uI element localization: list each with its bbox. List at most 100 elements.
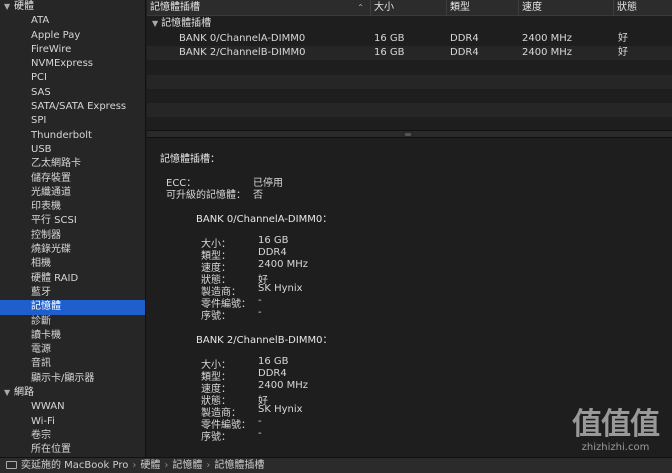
- table-cell: 好: [618, 33, 628, 44]
- table-cell: 2400 MHz: [522, 33, 573, 44]
- breadcrumb-item[interactable]: 奕延施的 MacBook Pro: [21, 460, 128, 471]
- watermark: 值值值 zhizhizhi.com: [563, 408, 668, 454]
- disclosure-triangle-icon[interactable]: ▼: [4, 0, 14, 14]
- sidebar-item[interactable]: Apple Pay: [0, 29, 145, 43]
- detail-field-value: -: [258, 295, 262, 306]
- sidebar-item[interactable]: SPI: [0, 114, 145, 128]
- detail-field-value: 2400 MHz: [258, 259, 309, 270]
- detail-field-value: -: [258, 428, 262, 439]
- table-cell: BANK 0/ChannelA-DIMM0: [179, 33, 306, 44]
- column-header-speed-label: 速度: [522, 2, 542, 13]
- empty-row-stripes: [147, 61, 672, 130]
- table-cell: 16 GB: [374, 47, 405, 58]
- table-group-row[interactable]: ▼ 記憶體插槽: [147, 17, 672, 31]
- detail-field-value: -: [258, 416, 262, 427]
- detail-field-value: SK Hynix: [258, 283, 303, 294]
- sidebar-item[interactable]: 藍牙: [0, 286, 145, 300]
- watermark-logo: 值值值: [572, 407, 660, 442]
- memory-slots-table: 記憶體插槽 ⌃ 大小 類型 速度 狀態 ▼ 記憶體插槽 BANK 0/Channe…: [147, 0, 672, 130]
- detail-field-value: 16 GB: [258, 356, 289, 367]
- sidebar-item[interactable]: 顯示卡/顯示器: [0, 372, 145, 386]
- table-row[interactable]: BANK 0/ChannelA-DIMM0 16 GB DDR4 2400 MHz 好: [147, 32, 672, 46]
- detail-title: 記憶體插槽：: [160, 154, 220, 165]
- sidebar-item[interactable]: Thunderbolt: [0, 129, 145, 143]
- detail-field-value: DDR4: [258, 368, 287, 379]
- detail-field-value: -: [258, 307, 262, 318]
- sidebar-group-0[interactable]: ▼ 硬體: [0, 0, 145, 14]
- breadcrumb-separator: ›: [206, 460, 211, 471]
- column-header-status[interactable]: 狀態: [614, 0, 672, 16]
- sidebar-item[interactable]: 光纖通道: [0, 186, 145, 200]
- bank-heading: BANK 0/ChannelA-DIMM0：: [196, 214, 333, 225]
- sidebar-item[interactable]: 診斷: [0, 315, 145, 329]
- column-header-size[interactable]: 大小: [371, 0, 447, 16]
- sidebar-item[interactable]: FireWire: [0, 43, 145, 57]
- sidebar-item[interactable]: 相機: [0, 257, 145, 271]
- sidebar-item[interactable]: 燒錄光碟: [0, 243, 145, 257]
- detail-field-label: 序號：: [201, 311, 231, 322]
- column-header-speed[interactable]: 速度: [519, 0, 614, 16]
- detail-field-value: DDR4: [258, 247, 287, 258]
- column-header-type[interactable]: 類型: [447, 0, 519, 16]
- sidebar-item[interactable]: WWAN: [0, 400, 145, 414]
- sidebar-item[interactable]: 控制器: [0, 229, 145, 243]
- breadcrumb-item[interactable]: 記憶體: [172, 460, 202, 471]
- column-header-type-label: 類型: [450, 2, 470, 13]
- table-cell: 2400 MHz: [522, 47, 573, 58]
- sidebar-item[interactable]: 電源: [0, 343, 145, 357]
- detail-field-label: 序號：: [201, 432, 231, 443]
- divider-grip-icon[interactable]: [405, 133, 411, 136]
- sidebar-item[interactable]: 平行 SCSI: [0, 214, 145, 228]
- sidebar-item[interactable]: 所在位置: [0, 443, 145, 457]
- sidebar-item[interactable]: NVMExpress: [0, 57, 145, 71]
- detail-field-value: 否: [253, 190, 263, 201]
- column-header-status-label: 狀態: [617, 2, 637, 13]
- detail-field-value: 16 GB: [258, 235, 289, 246]
- sidebar-item[interactable]: 卷宗: [0, 429, 145, 443]
- sidebar-item[interactable]: 印表機: [0, 200, 145, 214]
- table-cell: 好: [618, 47, 628, 58]
- column-header-slot[interactable]: 記憶體插槽 ⌃: [147, 0, 371, 16]
- table-group-label: 記憶體插槽: [161, 18, 212, 29]
- breadcrumb-separator: ›: [164, 460, 169, 471]
- sidebar-item[interactable]: 乙太網路卡: [0, 157, 145, 171]
- sidebar-item[interactable]: USB: [0, 143, 145, 157]
- sidebar-item[interactable]: 硬體 RAID: [0, 272, 145, 286]
- sidebar-item[interactable]: SAS: [0, 86, 145, 100]
- laptop-icon: [6, 461, 17, 469]
- detail-field-value: SK Hynix: [258, 404, 303, 415]
- detail-field-label: 可升級的記憶體：: [166, 190, 246, 201]
- sidebar: ▼ 硬體 ATA Apple Pay FireWire NVMExpress PCI SAS S…: [0, 0, 146, 457]
- main-pane: 記憶體插槽 ⌃ 大小 類型 速度 狀態 ▼ 記憶體插槽 BANK 0/Channe…: [147, 0, 672, 457]
- table-cell: DDR4: [450, 47, 479, 58]
- sidebar-item[interactable]: 讀卡機: [0, 329, 145, 343]
- sidebar-item[interactable]: 儲存裝置: [0, 172, 145, 186]
- sidebar-group-1[interactable]: ▼ 網路: [0, 386, 145, 400]
- sidebar-group-label: 網路: [14, 387, 34, 399]
- table-header-row: 記憶體插槽 ⌃ 大小 類型 速度 狀態: [147, 0, 672, 16]
- breadcrumb: 奕延施的 MacBook Pro › 硬體 › 記憶體 › 記憶體插槽: [21, 460, 264, 471]
- detail-field-value: 2400 MHz: [258, 380, 309, 391]
- column-header-size-label: 大小: [374, 2, 394, 13]
- sidebar-item[interactable]: SATA/SATA Express: [0, 100, 145, 114]
- split-divider[interactable]: [147, 130, 672, 138]
- sidebar-item[interactable]: ATA: [0, 14, 145, 28]
- bank-heading: BANK 2/ChannelB-DIMM0：: [196, 335, 333, 346]
- sidebar-item[interactable]: PCI: [0, 71, 145, 85]
- sidebar-item[interactable]: Wi-Fi: [0, 415, 145, 429]
- disclosure-triangle-icon[interactable]: ▼: [4, 386, 14, 400]
- column-header-slot-label: 記憶體插槽: [150, 2, 200, 13]
- disclosure-triangle-icon[interactable]: ▼: [152, 19, 158, 28]
- sidebar-item[interactable]: 記憶體: [0, 300, 145, 315]
- breadcrumb-item[interactable]: 記憶體插槽: [214, 460, 264, 471]
- sidebar-item[interactable]: 音訊: [0, 357, 145, 371]
- table-row[interactable]: BANK 2/ChannelB-DIMM0 16 GB DDR4 2400 MHz 好: [147, 46, 672, 60]
- sidebar-group-label: 硬體: [14, 1, 34, 12]
- path-bar: 奕延施的 MacBook Pro › 硬體 › 記憶體 › 記憶體插槽: [0, 457, 672, 473]
- breadcrumb-item[interactable]: 硬體: [140, 460, 160, 471]
- table-cell: BANK 2/ChannelB-DIMM0: [179, 47, 306, 58]
- table-cell: DDR4: [450, 33, 479, 44]
- sort-arrow-icon: ⌃: [357, 3, 364, 12]
- watermark-url: zhizhizhi.com: [581, 442, 650, 453]
- breadcrumb-separator: ›: [132, 460, 137, 471]
